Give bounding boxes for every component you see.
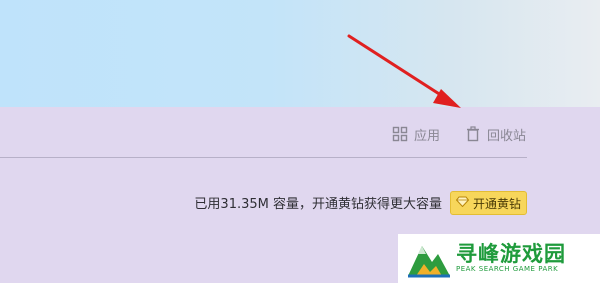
recycle-bin-link[interactable]: 回收站 — [465, 124, 526, 144]
header-banner — [0, 0, 600, 107]
trash-icon — [465, 126, 481, 142]
watermark-title: 寻峰游戏园 — [456, 242, 566, 266]
upgrade-yellow-diamond-button[interactable]: 开通黄钻 — [450, 191, 527, 215]
upgrade-label: 开通黄钻 — [472, 196, 521, 211]
apps-label: 应用 — [414, 128, 441, 144]
site-watermark: 寻峰游戏园 PEAK SEARCH GAME PARK — [398, 234, 600, 283]
grid-icon — [392, 126, 408, 142]
watermark-subtitle: PEAK SEARCH GAME PARK — [456, 265, 559, 273]
recycle-bin-label: 回收站 — [487, 128, 527, 144]
apps-link[interactable]: 应用 — [392, 124, 440, 144]
storage-usage-text: 已用31.35M 容量，开通黄钻获得更大容量 — [194, 197, 442, 212]
diamond-icon — [455, 196, 470, 210]
toolbar-divider — [0, 157, 527, 158]
watermark-logo-icon — [402, 238, 454, 284]
